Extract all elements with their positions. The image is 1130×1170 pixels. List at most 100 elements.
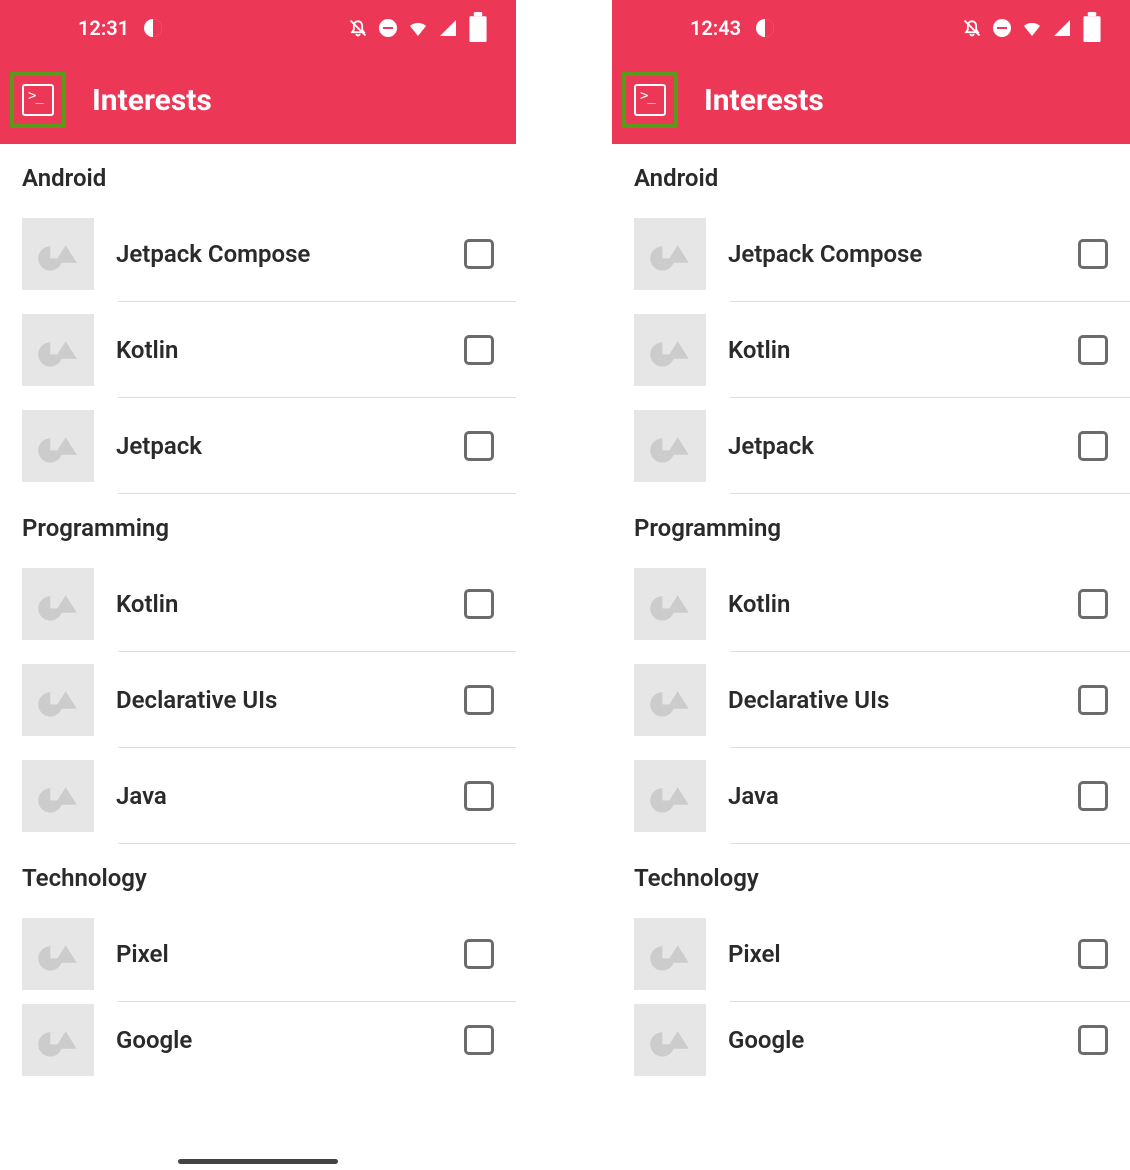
list-item[interactable]: Kotlin: [0, 302, 516, 398]
checkbox[interactable]: [464, 781, 494, 811]
placeholder-image-icon: [634, 314, 706, 386]
placeholder-image-icon: [22, 664, 94, 736]
nav-drawer-button[interactable]: [10, 72, 66, 128]
checkbox[interactable]: [1078, 589, 1108, 619]
checkbox[interactable]: [464, 1025, 494, 1055]
page-title: Interests: [704, 83, 824, 118]
minus-circle-icon: [992, 18, 1012, 38]
checkbox[interactable]: [464, 589, 494, 619]
list-item[interactable]: Jetpack: [612, 398, 1130, 494]
app-indicator-icon: [143, 18, 163, 38]
list-item[interactable]: Declarative UIs: [0, 652, 516, 748]
item-label: Jetpack: [94, 432, 464, 460]
item-label: Kotlin: [94, 336, 464, 364]
battery-icon: [1082, 18, 1102, 38]
list-item[interactable]: Java: [0, 748, 516, 844]
divider: [118, 843, 516, 844]
item-label: Declarative UIs: [706, 686, 1078, 714]
phone-left: 12:31 Interests: [0, 0, 516, 1170]
status-time: 12:43: [690, 16, 741, 40]
item-label: Kotlin: [94, 590, 464, 618]
terminal-icon: [22, 84, 54, 116]
terminal-icon: [634, 84, 666, 116]
checkbox[interactable]: [1078, 239, 1108, 269]
item-label: Jetpack Compose: [94, 240, 464, 268]
section-header-technology: Technology: [0, 844, 516, 906]
nav-drawer-button[interactable]: [622, 72, 678, 128]
list-item[interactable]: Google: [0, 1002, 516, 1078]
status-bar: 12:31: [0, 0, 516, 56]
app-bar: Interests: [0, 56, 516, 144]
content-area: Android Jetpack Compose Kotlin Jetpack P…: [612, 144, 1130, 1170]
checkbox[interactable]: [1078, 431, 1108, 461]
phone-right: 12:43 Interests: [612, 0, 1130, 1170]
placeholder-image-icon: [22, 918, 94, 990]
placeholder-image-icon: [634, 218, 706, 290]
section-header-programming: Programming: [0, 494, 516, 556]
list-item[interactable]: Pixel: [0, 906, 516, 1002]
placeholder-image-icon: [22, 314, 94, 386]
divider: [730, 843, 1130, 844]
list-item[interactable]: Kotlin: [612, 556, 1130, 652]
dnd-icon: [962, 18, 982, 38]
placeholder-image-icon: [22, 410, 94, 482]
checkbox[interactable]: [1078, 939, 1108, 969]
battery-icon: [468, 18, 488, 38]
item-label: Jetpack: [706, 432, 1078, 460]
placeholder-image-icon: [22, 218, 94, 290]
checkbox[interactable]: [1078, 335, 1108, 365]
dnd-icon: [348, 18, 368, 38]
page-title: Interests: [92, 83, 212, 118]
item-label: Pixel: [94, 940, 464, 968]
wifi-icon: [408, 18, 428, 38]
item-label: Kotlin: [706, 590, 1078, 618]
list-item[interactable]: Google: [612, 1002, 1130, 1078]
home-indicator[interactable]: [178, 1159, 338, 1164]
section-header-android: Android: [0, 144, 516, 206]
item-label: Jetpack Compose: [706, 240, 1078, 268]
minus-circle-icon: [378, 18, 398, 38]
placeholder-image-icon: [22, 760, 94, 832]
item-label: Kotlin: [706, 336, 1078, 364]
checkbox[interactable]: [464, 685, 494, 715]
section-header-technology: Technology: [612, 844, 1130, 906]
section-header-android: Android: [612, 144, 1130, 206]
checkbox[interactable]: [1078, 781, 1108, 811]
placeholder-image-icon: [634, 918, 706, 990]
app-bar: Interests: [612, 56, 1130, 144]
status-bar: 12:43: [612, 0, 1130, 56]
status-time: 12:31: [78, 16, 129, 40]
checkbox[interactable]: [1078, 685, 1108, 715]
placeholder-image-icon: [634, 760, 706, 832]
item-label: Java: [94, 782, 464, 810]
content-area: Android Jetpack Compose Kotlin Jetpack P…: [0, 144, 516, 1170]
list-item[interactable]: Kotlin: [0, 556, 516, 652]
item-label: Google: [706, 1026, 1078, 1054]
placeholder-image-icon: [22, 568, 94, 640]
list-item[interactable]: Kotlin: [612, 302, 1130, 398]
list-item[interactable]: Pixel: [612, 906, 1130, 1002]
wifi-icon: [1022, 18, 1042, 38]
app-indicator-icon: [755, 18, 775, 38]
list-item[interactable]: Jetpack: [0, 398, 516, 494]
placeholder-image-icon: [634, 664, 706, 736]
placeholder-image-icon: [634, 1004, 706, 1076]
divider: [118, 493, 516, 494]
list-item[interactable]: Jetpack Compose: [612, 206, 1130, 302]
checkbox[interactable]: [464, 939, 494, 969]
placeholder-image-icon: [634, 568, 706, 640]
section-header-programming: Programming: [612, 494, 1130, 556]
checkbox[interactable]: [464, 431, 494, 461]
item-label: Pixel: [706, 940, 1078, 968]
list-item[interactable]: Jetpack Compose: [0, 206, 516, 302]
placeholder-image-icon: [634, 410, 706, 482]
item-label: Google: [94, 1026, 464, 1054]
signal-icon: [1052, 18, 1072, 38]
list-item[interactable]: Declarative UIs: [612, 652, 1130, 748]
checkbox[interactable]: [464, 335, 494, 365]
divider: [730, 493, 1130, 494]
checkbox[interactable]: [464, 239, 494, 269]
list-item[interactable]: Java: [612, 748, 1130, 844]
checkbox[interactable]: [1078, 1025, 1108, 1055]
item-label: Declarative UIs: [94, 686, 464, 714]
